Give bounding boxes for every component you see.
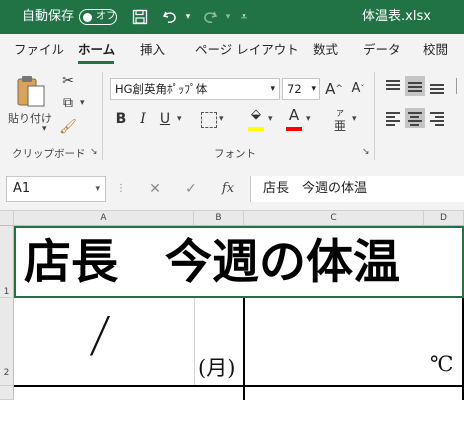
ribbon-tabs: ファイル ホーム 挿入 ページ レイアウト 数式 データ 校閲 xyxy=(0,34,464,66)
paste-icon[interactable] xyxy=(10,74,54,110)
font-group-label: フォント xyxy=(214,148,256,160)
column-header-c[interactable]: C xyxy=(244,211,424,226)
save-icon[interactable] xyxy=(128,0,152,34)
tab-page-layout[interactable]: ページ レイアウト xyxy=(195,34,299,66)
toggle-label: オフ xyxy=(96,11,116,22)
align-center-icon[interactable] xyxy=(405,108,425,128)
bold-button[interactable]: B xyxy=(111,108,131,130)
cell-border xyxy=(14,385,464,387)
name-box-value: A1 xyxy=(13,181,31,196)
fill-color-dropdown-icon[interactable]: ▾ xyxy=(268,114,273,124)
select-all-corner[interactable] xyxy=(0,211,14,226)
tab-insert[interactable]: 挿入 xyxy=(140,34,165,66)
italic-button[interactable]: I xyxy=(133,108,153,130)
fill-color-icon[interactable]: ⬙ xyxy=(246,104,266,126)
wrap-text-icon[interactable] xyxy=(456,78,464,94)
ribbon: 貼り付け ▾ ✂ ⧉ ▾ 🖌 クリップボード ↘ HG創英角ﾎﾟｯﾌﾟ体 ▾ 72… xyxy=(0,66,464,165)
fill-color-swatch xyxy=(248,127,264,131)
formula-bar-grip-icon: ⋮ xyxy=(116,183,126,194)
font-size-dropdown-icon: ▾ xyxy=(311,84,316,94)
tab-file[interactable]: ファイル xyxy=(14,34,64,66)
customize-toolbar-icon[interactable]: ⩡ xyxy=(236,0,252,34)
gridline xyxy=(194,298,195,386)
font-color-icon[interactable]: A xyxy=(284,104,304,126)
copy-icon[interactable]: ⧉ xyxy=(58,92,78,114)
enter-icon[interactable]: ✓ xyxy=(180,176,202,202)
font-color-swatch xyxy=(286,127,302,131)
title-bar: 自動保存 オフ ▾ ▾ ⩡ 体温表.xlsx xyxy=(0,0,464,34)
name-box[interactable]: A1 ▾ xyxy=(6,176,106,202)
copy-dropdown-icon[interactable]: ▾ xyxy=(80,98,85,108)
phonetic-dropdown-icon[interactable]: ▾ xyxy=(352,114,357,124)
worksheet-grid[interactable]: 店長 今週の体温 / (月) ℃ xyxy=(14,226,464,400)
autosave-label: 自動保存 xyxy=(22,9,75,24)
cell-d2-unit[interactable]: ℃ xyxy=(430,352,454,376)
insert-function-icon[interactable]: fx xyxy=(216,176,240,202)
undo-icon[interactable] xyxy=(158,0,182,34)
tab-data[interactable]: データ xyxy=(363,34,401,66)
group-separator xyxy=(374,72,375,160)
font-color-dropdown-icon[interactable]: ▾ xyxy=(306,114,311,124)
font-size-select[interactable]: 72 ▾ xyxy=(282,78,320,100)
name-box-dropdown-icon: ▾ xyxy=(95,184,100,194)
group-separator xyxy=(102,72,103,160)
undo-dropdown-icon[interactable]: ▾ xyxy=(182,0,194,34)
borders-dropdown-icon[interactable]: ▾ xyxy=(219,114,224,124)
cell-a1[interactable]: 店長 今週の体温 xyxy=(14,226,464,298)
tab-review[interactable]: 校閲 xyxy=(423,34,448,66)
file-name: 体温表.xlsx xyxy=(362,9,431,24)
borders-icon[interactable] xyxy=(201,112,217,128)
row-header-2[interactable]: 2 xyxy=(0,298,14,386)
align-right-icon[interactable] xyxy=(427,108,447,128)
align-middle-icon[interactable] xyxy=(405,76,425,96)
cell-b2-weekday[interactable]: (月) xyxy=(198,352,235,382)
increase-font-size-icon[interactable]: A^ xyxy=(324,78,344,100)
active-tab-indicator xyxy=(78,61,114,64)
align-bottom-icon[interactable] xyxy=(427,76,447,96)
cell-a2-date-slash[interactable]: / xyxy=(88,307,112,363)
redo-dropdown-icon[interactable]: ▾ xyxy=(222,0,234,34)
paste-dropdown-icon[interactable]: ▾ xyxy=(42,124,47,134)
align-top-icon[interactable] xyxy=(383,76,403,96)
autosave-toggle[interactable]: オフ xyxy=(79,9,117,25)
cancel-icon[interactable]: ✕ xyxy=(144,176,166,202)
font-size-value: 72 xyxy=(287,82,302,96)
align-left-icon[interactable] xyxy=(383,108,403,128)
font-name-dropdown-icon: ▾ xyxy=(270,84,275,94)
format-painter-icon[interactable]: 🖌 xyxy=(58,116,78,138)
redo-icon[interactable] xyxy=(198,0,222,34)
toggle-knob xyxy=(83,12,92,22)
column-header-b[interactable]: B xyxy=(194,211,244,226)
clipboard-launcher-icon[interactable]: ↘ xyxy=(90,147,98,157)
row-header-3[interactable] xyxy=(0,386,14,400)
phonetic-guide-icon[interactable]: ア亜 xyxy=(330,106,350,132)
font-name-select[interactable]: HG創英角ﾎﾟｯﾌﾟ体 ▾ xyxy=(110,78,280,100)
column-header-a[interactable]: A xyxy=(14,211,194,226)
formula-input[interactable]: 店長 今週の体温 xyxy=(250,176,464,202)
column-header-d[interactable]: D xyxy=(424,211,464,226)
underline-button[interactable]: U xyxy=(155,108,175,130)
font-launcher-icon[interactable]: ↘ xyxy=(362,147,370,157)
underline-dropdown-icon[interactable]: ▾ xyxy=(177,114,182,124)
row-header-1[interactable]: 1 xyxy=(0,226,14,298)
cut-icon[interactable]: ✂ xyxy=(58,70,78,92)
decrease-font-size-icon[interactable]: Aˇ xyxy=(348,78,368,100)
tab-formulas[interactable]: 数式 xyxy=(313,34,338,66)
clipboard-group-label: クリップボード xyxy=(12,148,86,160)
font-name-value: HG創英角ﾎﾟｯﾌﾟ体 xyxy=(115,82,208,96)
